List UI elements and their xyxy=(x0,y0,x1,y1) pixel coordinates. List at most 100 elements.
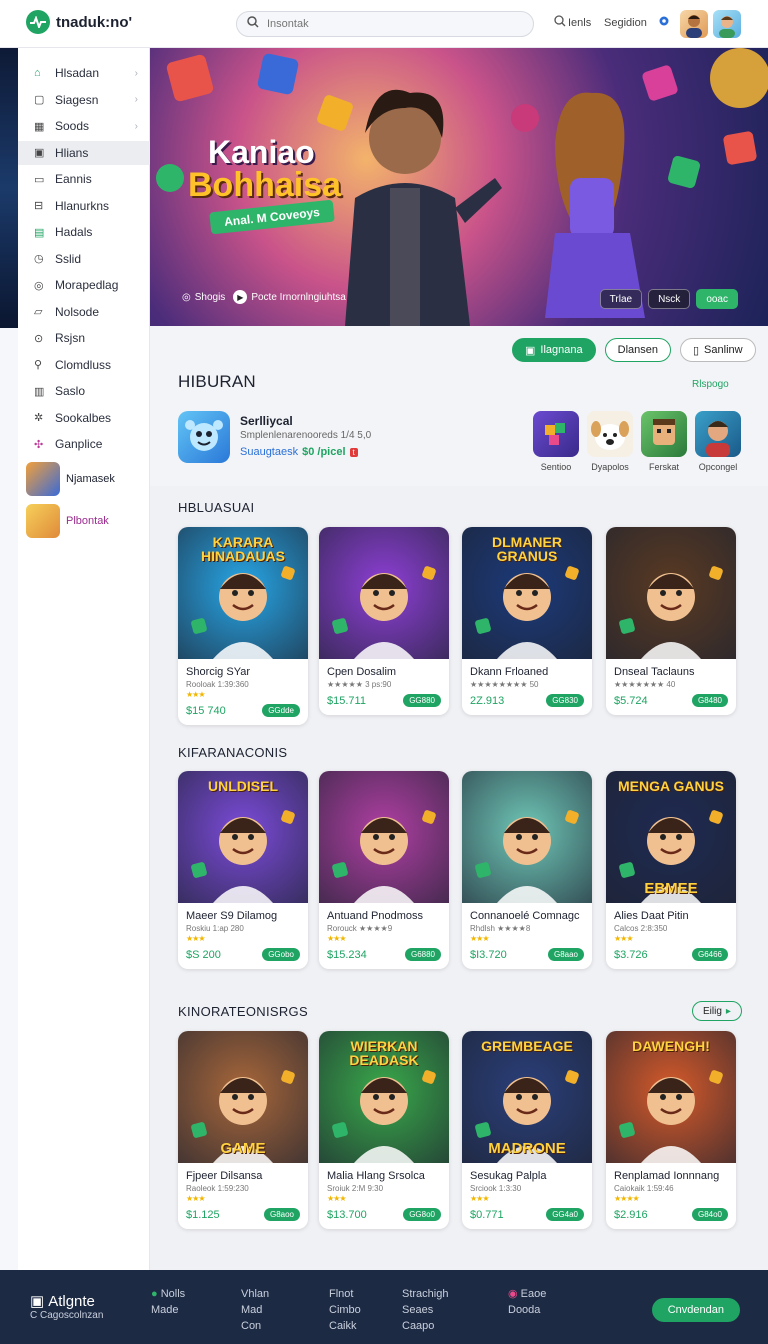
game-card-subtitle: ★★★★★★★★ 50 xyxy=(470,680,539,689)
play-trailer-button[interactable]: ▶ Pocte Irnornlngiuhtsa xyxy=(233,290,346,304)
game-card[interactable]: Connanoelé Comnagc Rhdlsh ★★★★8 ★★★ $I3.720… xyxy=(462,771,592,969)
game-card[interactable]: DAWENGH! Renplamad Ionnnang Caiokaik 1:59:… xyxy=(606,1031,736,1229)
mini-app-4[interactable]: Opcongel xyxy=(695,411,741,472)
game-card-art-subtitle: GAME xyxy=(220,1140,266,1157)
hero-banner[interactable]: Kaniao Bohhaisa Anal. M Coveoys ◎ Shogis… xyxy=(150,48,768,326)
filter-button-3[interactable]: ▯ Sanlinw xyxy=(679,338,756,362)
footer-link[interactable]: Caapo xyxy=(402,1318,448,1334)
header-link-1[interactable]: Ienls xyxy=(568,17,591,29)
game-card[interactable]: GAME Fjpeer Dilsansa Raoleok 1:59:230 ★★★ $1… xyxy=(178,1031,308,1229)
sidebar-user[interactable]: Plbontak xyxy=(26,504,109,538)
game-card-subtitle: Rorouck ★★★★9 xyxy=(327,924,393,933)
bag-icon: ▤ xyxy=(34,226,45,239)
search-icon[interactable] xyxy=(554,14,566,32)
sidebar-user[interactable]: Njamasek xyxy=(26,462,115,496)
game-card[interactable]: MENGA GANUS EBMEE Alies Daat Pitin Calcos 2… xyxy=(606,771,736,969)
game-card-rating: ★★★ xyxy=(327,1194,347,1203)
search-bar[interactable] xyxy=(236,11,534,37)
get-button[interactable]: GG8o0 xyxy=(403,1208,441,1221)
featured-app-icon[interactable] xyxy=(178,411,230,463)
game-card[interactable]: KARARA HINADAUAS Shorcig SYar Rooloak 1:39… xyxy=(178,527,308,725)
sidebar-item[interactable]: ⚲ Clomdluss xyxy=(18,353,150,377)
footer-link[interactable]: Flnot xyxy=(329,1286,361,1302)
mini-app-2[interactable]: Dyapolos xyxy=(587,411,633,472)
left-edge-strip xyxy=(0,48,18,328)
sidebar-item[interactable]: ▢ Siagesn › xyxy=(18,88,150,112)
sidebar-item[interactable]: ▤ Hadals xyxy=(18,220,150,244)
section-title-1: HBLUASUAI xyxy=(178,500,255,515)
sidebar-item[interactable]: ▱ Nolsode xyxy=(18,300,150,324)
game-card-price: $3.726 xyxy=(614,948,648,961)
get-button[interactable]: GG830 xyxy=(546,694,584,707)
secondary-avatar[interactable] xyxy=(713,10,741,38)
sidebar-item[interactable]: ▦ Soods › xyxy=(18,114,150,138)
footer-link[interactable]: ◉ Eaoe xyxy=(508,1286,546,1302)
game-card-footer: $I3.720 G8aao xyxy=(470,948,584,961)
footer-link[interactable]: Seaes xyxy=(402,1302,448,1318)
sidebar-item[interactable]: ◎ Morapedlag xyxy=(18,273,150,297)
sidebar-item[interactable]: ⌂ Hlsadan › xyxy=(18,61,150,85)
user-avatar[interactable] xyxy=(680,10,708,38)
game-card-price: $15.234 xyxy=(327,948,367,961)
sidebar-item[interactable]: ▭ Eannis xyxy=(18,167,150,191)
share-button[interactable]: ◎ Shogis xyxy=(182,292,225,303)
get-button[interactable]: G6466 xyxy=(691,948,728,961)
footer-cta-button[interactable]: Cnvdendan xyxy=(651,1298,740,1322)
sidebar-item[interactable]: ◷ Sslid xyxy=(18,247,150,271)
hiburan-see-all-link[interactable]: Rlspogo xyxy=(692,379,729,390)
game-card[interactable]: Dnseal Taclauns ★★★★★★★ 40 $5.724 G8480 xyxy=(606,527,736,715)
section-3-see-all-button[interactable]: Eilig ▸ xyxy=(692,1001,742,1021)
game-card[interactable]: GREMBEAGE MADRONE Sesukag Palpla Srciook 1:… xyxy=(462,1031,592,1229)
get-button[interactable]: GG4a0 xyxy=(546,1208,584,1221)
gear-icon[interactable] xyxy=(657,14,671,33)
sidebar-item[interactable]: ▣ Hlians xyxy=(18,140,150,165)
character-illustration xyxy=(475,810,579,903)
footer-link[interactable]: Vhlan xyxy=(241,1286,269,1302)
sidebar-item[interactable]: ⊙ Rsjsn xyxy=(18,326,150,350)
footer-link[interactable]: Cimbo xyxy=(329,1302,361,1318)
get-button[interactable]: G8aao xyxy=(547,948,584,961)
footer-link[interactable]: Dooda xyxy=(508,1302,546,1318)
game-card-title: Sesukag Palpla xyxy=(470,1170,547,1182)
header-link-2[interactable]: Segidion xyxy=(604,17,647,29)
footer-link[interactable]: Strachigh xyxy=(402,1286,448,1302)
clock-icon: ◷ xyxy=(34,253,44,265)
footer-col-4: Strachigh Seaes Caapo xyxy=(402,1286,448,1334)
featured-app-name[interactable]: Serlliycal xyxy=(240,414,293,428)
filter-button-1[interactable]: ▣ Ilagnana xyxy=(512,338,596,362)
footer-brand[interactable]: ▣ Atlgnte xyxy=(30,1292,95,1311)
game-card[interactable]: Cpen Dosalim ★★★★★ 3 ps:90 $15.711 GG880 xyxy=(319,527,449,715)
get-button[interactable]: G84o0 xyxy=(691,1208,728,1221)
get-button[interactable]: GGobo xyxy=(262,948,300,961)
game-card[interactable]: UNLDISEL Maeer S9 Dilamog Roskiu 1:ap 280 ★… xyxy=(178,771,308,969)
get-button[interactable]: G6880 xyxy=(404,948,441,961)
mini-app-3[interactable]: Ferskat xyxy=(641,411,687,472)
footer-link[interactable]: Con xyxy=(241,1318,269,1334)
sidebar-item-label: Sookalbes xyxy=(55,410,112,425)
hero-tab-3[interactable]: ooac xyxy=(696,289,738,309)
footer-link[interactable]: Caikk xyxy=(329,1318,361,1334)
sidebar-item[interactable]: ▥ Saslo xyxy=(18,379,150,403)
sidebar-item[interactable]: ✣ Ganplice xyxy=(18,432,150,456)
sidebar-item-label: Hlians xyxy=(55,145,89,160)
game-card[interactable]: Antuand Pnodmoss Rorouck ★★★★9 ★★★ $15.234 G… xyxy=(319,771,449,969)
filter-button-2[interactable]: Dlansen xyxy=(604,338,671,362)
search-input[interactable] xyxy=(267,18,507,30)
get-button[interactable]: GG880 xyxy=(403,694,441,707)
footer-link[interactable]: Mad xyxy=(241,1302,269,1318)
get-button[interactable]: G8aoo xyxy=(263,1208,300,1221)
get-button[interactable]: GGdde xyxy=(262,704,300,717)
footer-link[interactable]: Made xyxy=(151,1302,185,1318)
share-label: Shogis xyxy=(194,291,226,303)
get-button[interactable]: G8480 xyxy=(691,694,728,707)
game-card[interactable]: DLMANER GRANUS Dkann Frloaned ★★★★★★★★ 50 2… xyxy=(462,527,592,715)
mini-app-1[interactable]: Sentioo xyxy=(533,411,579,472)
hero-tab-1[interactable]: Trlae xyxy=(599,289,643,309)
sidebar-item[interactable]: ⊟ Hlanurkns xyxy=(18,194,150,218)
hero-tab-2[interactable]: Nsck xyxy=(648,289,691,309)
game-card-art-subtitle: MADRONE xyxy=(488,1140,566,1157)
sidebar-item[interactable]: ✲ Sookalbes xyxy=(18,406,150,430)
game-card[interactable]: WIERKAN DEADASK Malia Hlang Srsolca Sroiuk… xyxy=(319,1031,449,1229)
app-logo[interactable]: tnaduk:no' xyxy=(26,10,132,34)
footer-link[interactable]: ● Nolls xyxy=(151,1286,185,1302)
